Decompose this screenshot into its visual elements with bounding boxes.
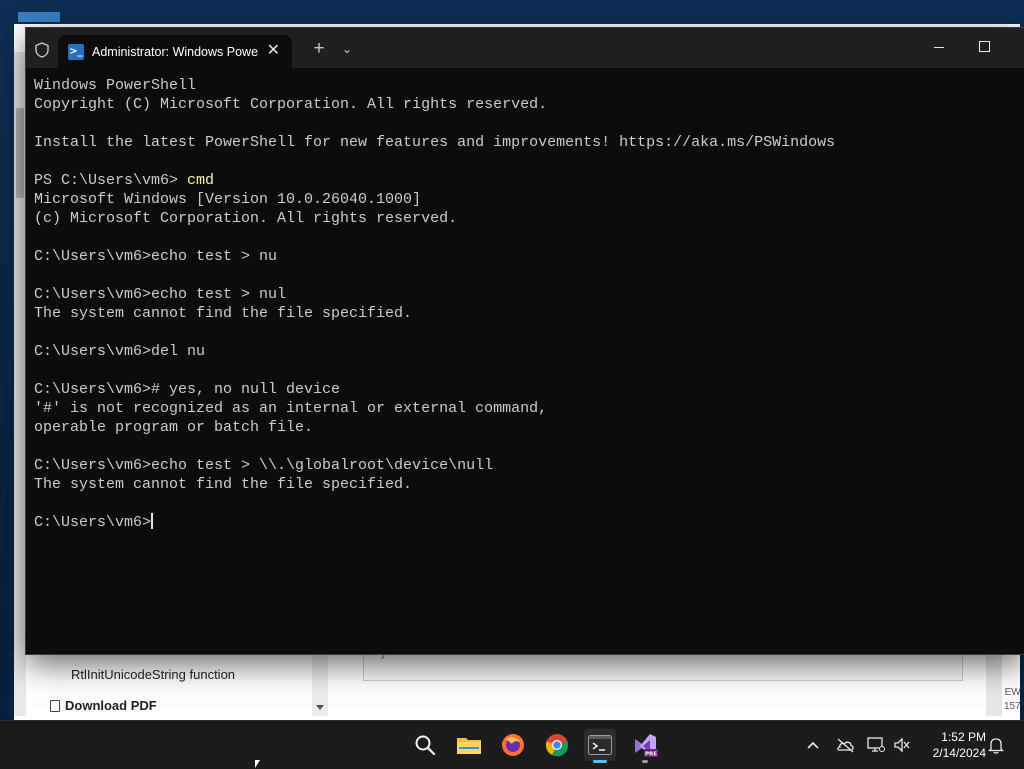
console-line-text: Microsoft Windows [Version 10.0.26040.10…	[34, 191, 422, 208]
console-line: The system cannot find the file specifie…	[34, 304, 1016, 323]
volume-muted-icon[interactable]	[892, 735, 912, 755]
console-output[interactable]: Windows PowerShell Copyright (C) Microsof…	[34, 76, 1016, 648]
powershell-icon: >_	[68, 43, 84, 60]
tab-powershell[interactable]: >_ Administrator: Windows PowerShell ✕	[58, 35, 292, 68]
chrome-icon[interactable]	[541, 729, 573, 761]
right-edge-text: EW 157	[1004, 686, 1021, 714]
console-line-text: operable program or batch file.	[34, 419, 314, 436]
running-app-indicator	[642, 760, 648, 763]
console-line-text: PS C:\Users\vm6>	[34, 172, 188, 189]
console-line: Copyright (C) Microsoft Corporation. All…	[34, 95, 1016, 114]
console-line-text: (c) Microsoft Corporation. All rights re…	[34, 210, 458, 227]
firefox-icon[interactable]	[497, 729, 529, 761]
minimize-button[interactable]	[932, 36, 946, 58]
chevron-up-icon[interactable]	[803, 735, 823, 755]
mouse-cursor-icon	[255, 760, 260, 768]
download-pdf-link[interactable]: Download PDF	[50, 698, 157, 713]
console-line-text: C:\Users\vm6>echo test > \\.\globalroot\…	[34, 457, 494, 474]
console-line: '#' is not recognized as an internal or …	[34, 399, 1016, 418]
console-line: PS C:\Users\vm6> cmd	[34, 171, 1016, 190]
console-line: C:\Users\vm6>del nu	[34, 342, 1016, 361]
clock-time: 1:52 PM	[941, 730, 986, 744]
windows-terminal-window[interactable]: >_ Administrator: Windows PowerShell ✕ +…	[26, 28, 1024, 654]
console-line-text: Install the latest PowerShell for new fe…	[34, 134, 836, 151]
console-line-text: Windows PowerShell	[34, 77, 197, 94]
console-line-text: The system cannot find the file specifie…	[34, 476, 413, 493]
console-line-text: C:\Users\vm6>del nu	[34, 343, 206, 360]
notification-bell-icon[interactable]	[986, 735, 1006, 755]
title-bar[interactable]: >_ Administrator: Windows PowerShell ✕ +…	[26, 28, 1024, 68]
right-edge-text-2: 157	[1004, 701, 1021, 712]
maximize-button[interactable]	[979, 41, 990, 52]
console-line-text: '#' is not recognized as an internal or …	[34, 400, 548, 417]
console-line-text: C:\Users\vm6>echo test > nul	[34, 286, 287, 303]
scroll-down-arrow-icon[interactable]	[316, 705, 324, 710]
console-line: C:\Users\vm6>echo test > nul	[34, 285, 1016, 304]
clock-date: 2/14/2024	[932, 746, 986, 760]
console-prompt: C:\Users\vm6>	[34, 514, 152, 531]
tab-title: Administrator: Windows PowerShell	[92, 44, 258, 59]
active-app-indicator	[593, 760, 607, 763]
document-icon	[50, 699, 60, 712]
console-prompt-line[interactable]: C:\Users\vm6>	[34, 513, 1016, 532]
network-icon[interactable]	[866, 735, 886, 755]
console-line: C:\Users\vm6># yes, no null device	[34, 380, 1016, 399]
admin-shield-icon	[35, 42, 49, 58]
nav-scrollbar[interactable]	[312, 652, 328, 716]
system-clock[interactable]: 1:52 PM 2/14/2024	[922, 729, 986, 761]
console-line-text: The system cannot find the file specifie…	[34, 305, 413, 322]
console-line: operable program or batch file.	[34, 418, 1016, 437]
scroll-thumb[interactable]	[16, 108, 24, 198]
content-scrollbar[interactable]	[986, 652, 1002, 716]
close-tab-icon[interactable]: ✕	[267, 42, 280, 60]
console-line: Install the latest PowerShell for new fe…	[34, 133, 1016, 152]
search-icon[interactable]	[409, 729, 441, 761]
visual-studio-icon[interactable]: PRE	[629, 729, 661, 763]
console-line: Windows PowerShell	[34, 76, 1016, 95]
desktop-app-edge	[18, 12, 60, 22]
console-line: (c) Microsoft Corporation. All rights re…	[34, 209, 1016, 228]
new-tab-button[interactable]: +	[308, 38, 330, 60]
console-line: C:\Users\vm6>echo test > nu	[34, 247, 1016, 266]
console-line: Microsoft Windows [Version 10.0.26040.10…	[34, 190, 1016, 209]
taskbar: PRE 1:52 PM 2/14/2024	[0, 720, 1024, 769]
console-line-text: Copyright (C) Microsoft Corporation. All…	[34, 96, 548, 113]
text-cursor	[151, 513, 154, 529]
console-command-text: cmd	[187, 172, 215, 189]
terminal-icon[interactable]	[584, 729, 616, 763]
right-edge-text-1: EW	[1004, 687, 1021, 698]
visual-studio-badge: PRE	[645, 752, 657, 758]
background-scrollbar[interactable]	[14, 52, 26, 716]
console-line-text: C:\Users\vm6># yes, no null device	[34, 381, 341, 398]
console-line: The system cannot find the file specifie…	[34, 475, 1016, 494]
download-pdf-label: Download PDF	[65, 698, 157, 713]
nav-item-rtlinitunicodestring[interactable]: RtlInitUnicodeString function	[71, 667, 235, 682]
console-line-text: C:\Users\vm6>echo test > nu	[34, 248, 278, 265]
file-explorer-icon[interactable]	[453, 729, 485, 761]
console-line: C:\Users\vm6>echo test > \\.\globalroot\…	[34, 456, 1016, 475]
chevron-down-icon[interactable]: ⌄	[337, 38, 357, 60]
onedrive-offline-icon[interactable]	[835, 735, 855, 755]
